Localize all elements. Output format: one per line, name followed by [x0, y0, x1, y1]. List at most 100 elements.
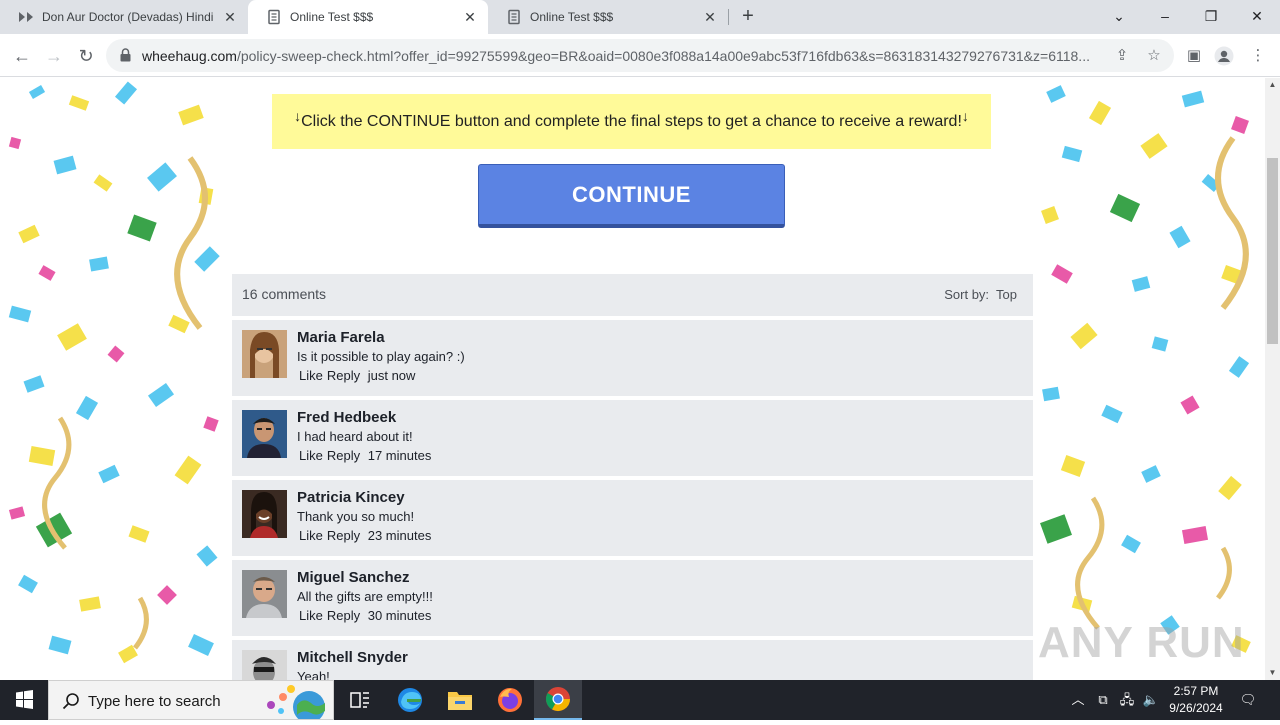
- search-highlight-globe-icon: [267, 685, 325, 719]
- tab-search-chevron-icon[interactable]: ⌄: [1107, 5, 1131, 27]
- comment-author[interactable]: Fred Hedbeek: [297, 409, 396, 426]
- like-link[interactable]: Like: [299, 528, 323, 543]
- scroll-up-arrow-icon[interactable]: ▲: [1265, 78, 1280, 92]
- reply-link[interactable]: Reply: [327, 608, 360, 623]
- comment-author[interactable]: Mitchell Snyder: [297, 649, 408, 666]
- tab-online-test[interactable]: Online Test $$$ ✕: [488, 0, 728, 34]
- browser-toolbar: ← → ↻ wheehaug.com/policy-sweep-check.ht…: [0, 34, 1280, 77]
- forward-arrow-icon[interactable]: →: [41, 43, 67, 69]
- profile-avatar-icon[interactable]: [1214, 46, 1234, 66]
- tab-close-icon[interactable]: ✕: [462, 9, 478, 25]
- instruction-banner: ↓ Click the CONTINUE button and complete…: [272, 94, 991, 149]
- bookmark-star-icon[interactable]: ☆: [1144, 46, 1164, 66]
- scroll-thumb[interactable]: [1267, 158, 1278, 344]
- comments-header: 16 comments Sort by: Top: [232, 274, 1033, 316]
- more-menu-icon[interactable]: ⋮: [1248, 46, 1268, 66]
- avatar[interactable]: [242, 410, 287, 458]
- comment-text: Thank you so much!: [297, 509, 415, 524]
- back-arrow-icon[interactable]: ←: [9, 43, 35, 69]
- lock-icon: [120, 48, 131, 62]
- firefox-icon[interactable]: [486, 680, 534, 720]
- address-bar[interactable]: wheehaug.com/policy-sweep-check.html?off…: [106, 39, 1174, 72]
- down-arrow-right: ↓: [961, 107, 969, 124]
- avatar[interactable]: [242, 570, 287, 618]
- url-path: /policy-sweep-check.html?offer_id=992755…: [236, 48, 1090, 64]
- task-view-icon[interactable]: [336, 680, 384, 720]
- avatar[interactable]: [242, 650, 287, 680]
- new-tab-plus-icon[interactable]: +: [738, 6, 758, 26]
- comment-item: Patricia Kincey Thank you so much! Like R…: [232, 480, 1033, 556]
- avatar[interactable]: [242, 490, 287, 538]
- comment-actions: Like Reply just now: [299, 368, 419, 383]
- search-icon: [62, 693, 79, 710]
- continue-button[interactable]: CONTINUE: [478, 164, 785, 228]
- tab-online-test-active[interactable]: Online Test $$$ ✕: [248, 0, 488, 34]
- comment-time: 17 minutes: [367, 448, 432, 463]
- tray-app-icon[interactable]: ⧉: [1093, 690, 1113, 710]
- comment-item: Miguel Sanchez All the gifts are empty!!…: [232, 560, 1033, 636]
- taskbar-search-box[interactable]: Type here to search: [48, 680, 334, 720]
- tab-title: Don Aur Doctor (Devadas) Hindi: [42, 10, 214, 24]
- volume-icon[interactable]: 🔈: [1141, 690, 1161, 710]
- document-icon: [268, 9, 280, 25]
- tab-don-aur-doctor[interactable]: Don Aur Doctor (Devadas) Hindi ✕: [0, 0, 248, 34]
- page-scrollbar[interactable]: ▲ ▼: [1265, 78, 1280, 680]
- comments-count: 16 comments: [242, 286, 327, 302]
- instruction-text: Click the CONTINUE button and complete t…: [301, 112, 962, 130]
- reload-icon[interactable]: ↻: [73, 43, 99, 69]
- minimize-icon[interactable]: –: [1153, 5, 1177, 27]
- confetti-background-right: [1040, 85, 1251, 653]
- document-icon: [508, 9, 520, 25]
- tab-close-icon[interactable]: ✕: [702, 9, 718, 25]
- comment-time: 23 minutes: [367, 528, 432, 543]
- search-placeholder: Type here to search: [88, 693, 221, 710]
- tab-close-icon[interactable]: ✕: [222, 9, 238, 25]
- anyrun-watermark: ANY RUN: [1038, 618, 1245, 667]
- taskbar-clock[interactable]: 2:57 PM 9/26/2024: [1160, 683, 1232, 717]
- comment-author[interactable]: Patricia Kincey: [297, 489, 405, 506]
- comment-text: Is it possible to play again? :): [297, 349, 465, 364]
- clock-time: 2:57 PM: [1173, 684, 1219, 698]
- scroll-down-arrow-icon[interactable]: ▼: [1265, 666, 1280, 680]
- comment-time: just now: [367, 368, 416, 383]
- comment-text: All the gifts are empty!!!: [297, 589, 433, 604]
- comment-author[interactable]: Miguel Sanchez: [297, 569, 410, 586]
- confetti-background-left: [8, 81, 220, 664]
- reply-link[interactable]: Reply: [327, 368, 360, 383]
- comment-item: Fred Hedbeek I had heard about it! Like R…: [232, 400, 1033, 476]
- comment-text: I had heard about it!: [297, 429, 413, 444]
- tab-title: Online Test $$$: [530, 10, 614, 24]
- like-link[interactable]: Like: [299, 608, 323, 623]
- notifications-icon[interactable]: 🗨: [1238, 690, 1258, 710]
- close-window-icon[interactable]: ✕: [1245, 5, 1269, 27]
- side-panel-icon[interactable]: ▣: [1184, 46, 1204, 66]
- down-arrow-left: ↓: [294, 107, 302, 124]
- comment-author[interactable]: Maria Farela: [297, 329, 385, 346]
- comment-item: Maria Farela Is it possible to play agai…: [232, 320, 1033, 396]
- tray-chevron-up-icon[interactable]: ︿: [1068, 690, 1088, 710]
- network-icon[interactable]: 🖧: [1117, 690, 1137, 710]
- like-link[interactable]: Like: [299, 448, 323, 463]
- main-content: ↓ Click the CONTINUE button and complete…: [232, 78, 1033, 680]
- comment-time: 30 minutes: [367, 608, 432, 623]
- comment-actions: Like Reply 23 minutes: [299, 528, 435, 543]
- avatar[interactable]: [242, 330, 287, 378]
- file-explorer-icon[interactable]: [436, 680, 484, 720]
- restore-icon[interactable]: ❐: [1199, 5, 1223, 27]
- reply-link[interactable]: Reply: [327, 528, 360, 543]
- tab-strip: Don Aur Doctor (Devadas) Hindi ✕ Online …: [0, 0, 1280, 34]
- comment-text: Yeah!: [297, 669, 330, 680]
- page-viewport: ↓ Click the CONTINUE button and complete…: [0, 78, 1265, 680]
- comment-actions: Like Reply 30 minutes: [299, 608, 435, 623]
- windows-start-icon[interactable]: [0, 680, 48, 720]
- site-favicon-icon: [19, 12, 33, 22]
- reply-link[interactable]: Reply: [327, 448, 360, 463]
- like-link[interactable]: Like: [299, 368, 323, 383]
- share-icon[interactable]: ⇪: [1112, 46, 1132, 66]
- edge-browser-icon[interactable]: [386, 680, 434, 720]
- windows-taskbar: Type here to search ︿ ⧉ 🖧 🔈 2:57 PM 9/26…: [0, 680, 1280, 720]
- sort-dropdown[interactable]: Sort by: Top: [944, 287, 1017, 302]
- tab-title: Online Test $$$: [290, 10, 374, 24]
- comment-actions: Like Reply 17 minutes: [299, 448, 435, 463]
- chrome-icon[interactable]: [534, 680, 582, 720]
